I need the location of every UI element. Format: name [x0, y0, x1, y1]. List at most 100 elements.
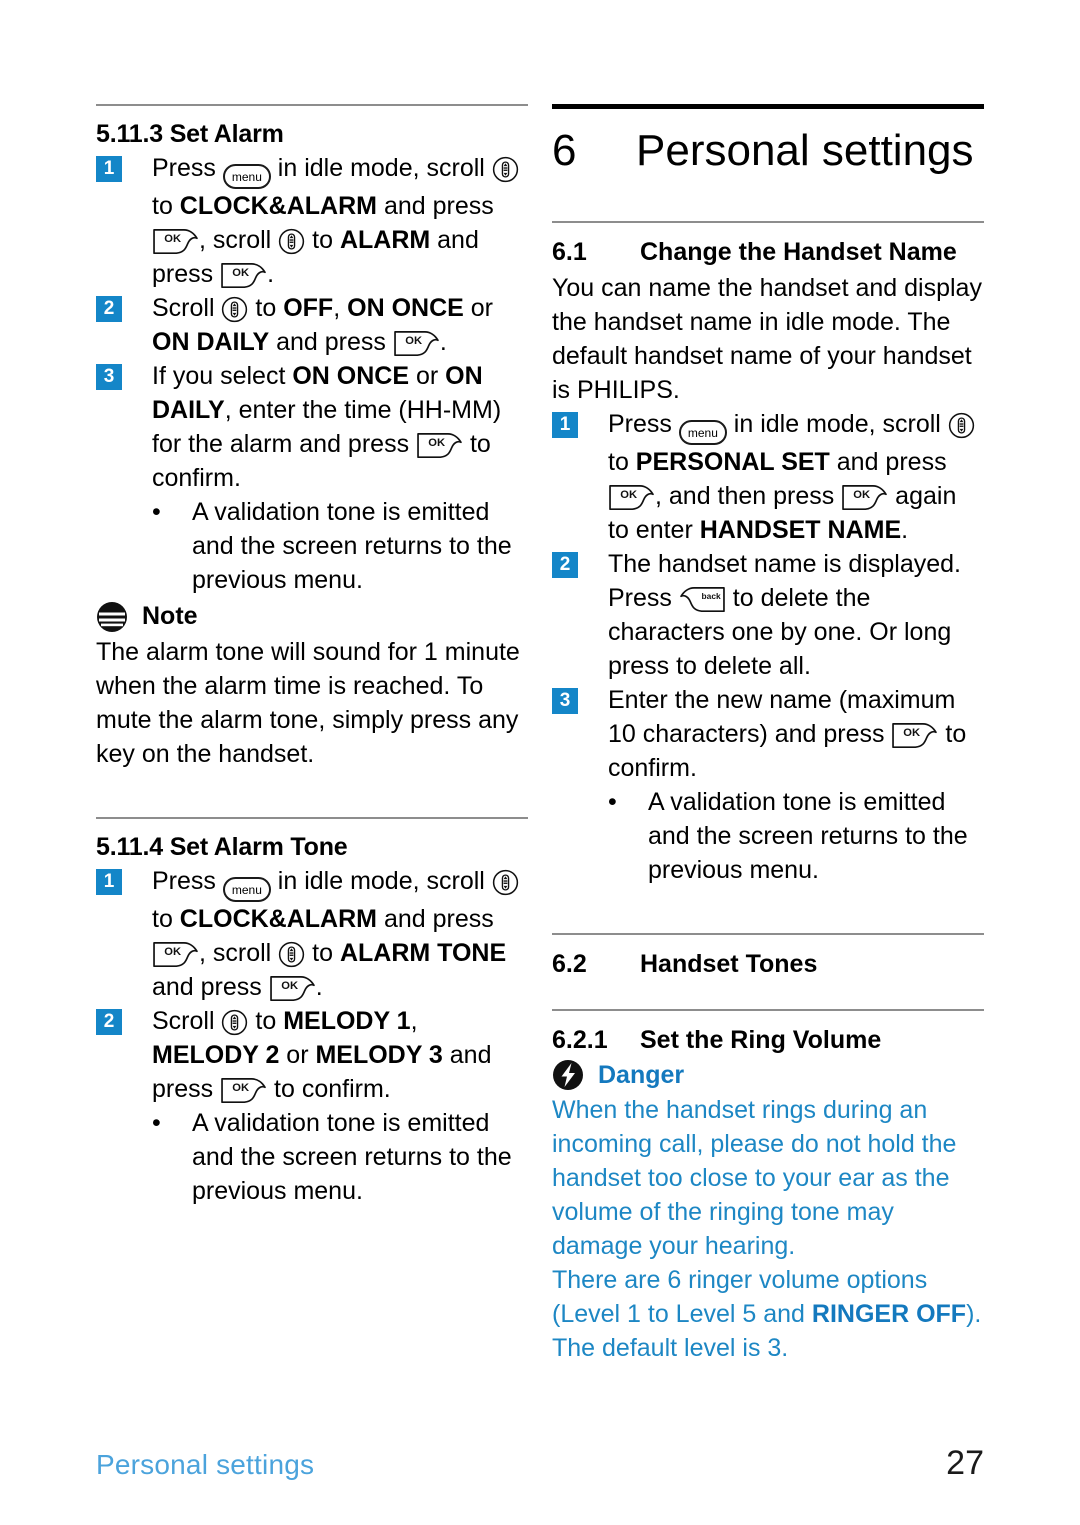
menu-label: MELODY 2 — [152, 1040, 280, 1069]
menu-icon: menu — [222, 163, 271, 189]
scroll-icon — [221, 296, 248, 323]
bullet-item: A validation tone is emitted and the scr… — [96, 1106, 528, 1208]
manual-page: 5.11.3 Set Alarm 1 Press menu in idle mod… — [0, 0, 1080, 1525]
step-text: , scroll — [199, 938, 279, 967]
ok-key-icon: OK — [152, 228, 199, 256]
heading-number: 5.11.4 — [96, 832, 163, 861]
heading-number: 6.2.1 — [552, 1026, 608, 1055]
step-text: to — [305, 225, 340, 254]
step-text: Press — [608, 410, 679, 439]
step-text: If you select — [152, 361, 293, 390]
step-item: 1 Press menu in idle mode, scroll to CLOC… — [96, 864, 528, 1004]
step-text: to — [608, 448, 636, 477]
danger-icon — [552, 1059, 584, 1091]
menu-label: PERSONAL SET — [635, 448, 830, 477]
step-text: in idle mode, scroll — [726, 410, 948, 439]
step-number-badge: 3 — [552, 688, 578, 715]
step-text: , and then press — [655, 482, 842, 511]
menu-label: ON ONCE — [292, 361, 410, 390]
heading-5-11-3: 5.11.3 Set Alarm — [96, 120, 528, 149]
scroll-icon — [492, 869, 519, 896]
note-label: Note — [142, 602, 198, 631]
menu-icon: menu — [222, 876, 271, 902]
step-text: Press — [152, 153, 223, 182]
step-text: and press — [269, 327, 393, 356]
svg-text:OK: OK — [164, 946, 181, 958]
svg-text:OK: OK — [854, 489, 871, 501]
step-text: or — [279, 1040, 316, 1069]
chapter-title: 6 Personal settings — [552, 126, 984, 175]
step-text: to — [152, 904, 180, 933]
ok-key-icon: OK — [608, 484, 655, 512]
svg-text:OK: OK — [405, 335, 422, 347]
step-text: and press — [152, 972, 269, 1001]
section-divider — [552, 1009, 984, 1012]
step-text: Scroll — [152, 1006, 222, 1035]
step-number-badge: 1 — [96, 155, 122, 182]
ok-key-icon: OK — [220, 262, 267, 290]
step-text: to confirm. — [267, 1074, 391, 1103]
menu-label: MELODY 3 — [315, 1040, 443, 1069]
heading-number: 6.1 — [552, 238, 587, 267]
scroll-icon — [278, 941, 305, 968]
menu-label: ALARM — [339, 225, 431, 254]
svg-text:back: back — [701, 591, 720, 601]
menu-label: MELODY 1 — [283, 1006, 411, 1035]
step-text: or — [409, 361, 446, 390]
ok-key-icon: OK — [220, 1077, 267, 1105]
step-item: 2 The handset name is displayed. Press ba… — [552, 547, 984, 683]
section-divider — [552, 221, 984, 224]
svg-text:OK: OK — [428, 437, 445, 449]
danger-label: Danger — [598, 1060, 685, 1089]
step-text: . — [901, 516, 909, 545]
heading-title: Set Alarm Tone — [169, 832, 348, 861]
note-text: The alarm tone will sound for 1 minute w… — [96, 637, 520, 768]
step-text: to — [248, 293, 284, 322]
ok-key-icon: OK — [269, 975, 316, 1003]
step-text: and press — [377, 904, 494, 933]
step-item: 3 If you select ON ONCE or ON DAILY, ente… — [96, 359, 528, 495]
step-text: or — [463, 293, 493, 322]
step-number-badge: 2 — [552, 552, 578, 579]
section-divider — [96, 104, 528, 106]
step-text: Scroll — [152, 293, 222, 322]
step-text: and press — [377, 191, 494, 220]
menu-label: ON ONCE — [347, 293, 464, 322]
note-callout-heading: Note — [96, 601, 528, 633]
heading-title: Change the Handset Name — [640, 238, 957, 267]
scroll-icon — [948, 412, 975, 439]
step-item: 2 Scroll to OFF, ON ONCE or ON DAILY and … — [96, 291, 528, 359]
svg-text:OK: OK — [232, 267, 249, 279]
step-text: . — [315, 972, 323, 1001]
step-number-badge: 1 — [552, 412, 578, 439]
step-item: 1 Press menu in idle mode, scroll to PERS… — [552, 407, 984, 547]
heading-title: Set the Ring Volume — [640, 1026, 882, 1055]
scroll-icon — [278, 228, 305, 255]
section-intro: You can name the handset and display the… — [552, 274, 982, 405]
section-divider — [96, 816, 528, 819]
footer-chapter-label: Personal settings — [96, 1449, 315, 1480]
step-text: , scroll — [199, 225, 279, 254]
heading-6-1: 6.1 Change the Handset Name — [552, 237, 984, 267]
heading-title: Handset Tones — [640, 950, 818, 979]
svg-text:OK: OK — [904, 727, 921, 739]
menu-icon: menu — [678, 420, 727, 446]
section-divider — [552, 933, 984, 936]
svg-text:OK: OK — [281, 980, 298, 992]
page-number: 27 — [946, 1444, 984, 1482]
left-column: 5.11.3 Set Alarm 1 Press menu in idle mod… — [96, 104, 528, 1208]
chapter-number: 6 — [552, 126, 577, 175]
step-number-badge: 2 — [96, 295, 122, 322]
danger-paragraph-1: When the handset rings during an incomin… — [552, 1096, 957, 1261]
step-number-badge: 3 — [96, 363, 122, 390]
note-icon — [96, 601, 128, 633]
step-text: to — [248, 1006, 284, 1035]
step-text: to — [152, 191, 180, 220]
back-key-icon: back — [679, 586, 726, 614]
step-item: 1 Press menu in idle mode, scroll to CLOC… — [96, 151, 528, 291]
heading-5-11-4: 5.11.4 Set Alarm Tone — [96, 833, 528, 862]
svg-text:OK: OK — [620, 489, 637, 501]
bullet-item: A validation tone is emitted and the scr… — [552, 785, 984, 887]
step-item: 2 Scroll to MELODY 1, MELODY 2 or MELODY … — [96, 1004, 528, 1106]
bullet-item: A validation tone is emitted and the scr… — [96, 495, 528, 597]
